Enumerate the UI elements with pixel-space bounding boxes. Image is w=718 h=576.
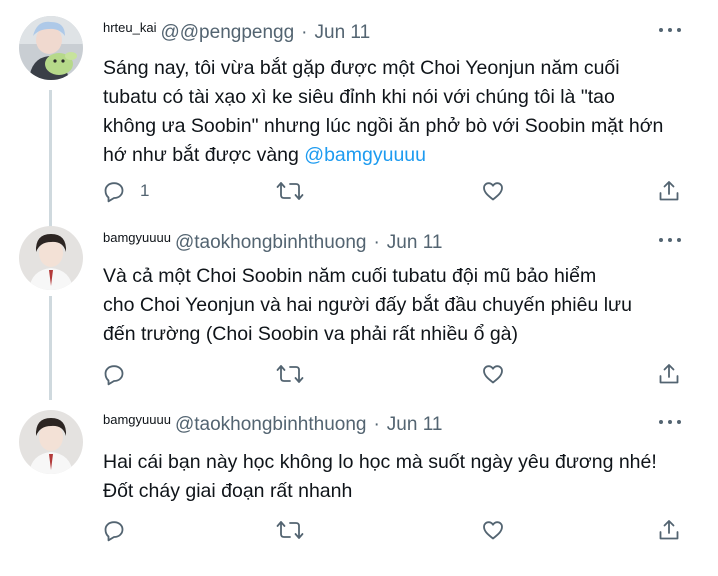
- reply-icon: [104, 182, 124, 203]
- avatar[interactable]: [19, 16, 83, 80]
- separator-dot: ·: [301, 22, 308, 43]
- tweet-text: Và cả một Choi Soobin năm cuối tubatu độ…: [103, 262, 693, 349]
- tweet-text-fragment: hớ như bắt được vàng: [103, 144, 305, 166]
- tweet-text-line: Sáng nay, tôi vừa bắt gặp được một Choi …: [103, 57, 620, 79]
- share-icon: [659, 520, 679, 540]
- tweet-text-line: đến trường (Choi Soobin va phải rất nhiề…: [103, 323, 519, 345]
- tweet[interactable]: hrteu_kai @@pengpengg · Jun 11 Sáng nay,…: [0, 0, 718, 220]
- display-name[interactable]: bamgyuuuu: [103, 230, 171, 245]
- like-icon: [483, 521, 503, 540]
- display-name[interactable]: hrteu_kai: [103, 20, 156, 35]
- user-handle[interactable]: @@pengpengg: [160, 22, 294, 44]
- user-handle[interactable]: @taokhongbinhthuong: [175, 414, 367, 436]
- tweet-actions: [0, 517, 718, 547]
- tweet-text-line: Và cả một Choi Soobin năm cuối tubatu độ…: [103, 265, 597, 287]
- reply-button[interactable]: 1: [102, 178, 149, 204]
- tweet[interactable]: bamgyuuuu @taokhongbinhthuong · Jun 11 V…: [0, 220, 718, 400]
- avatar-image: [19, 226, 83, 290]
- retweet-button[interactable]: [276, 517, 304, 543]
- share-icon: [659, 181, 679, 201]
- reply-icon: [104, 365, 124, 386]
- avatar[interactable]: [19, 410, 83, 474]
- tweet-text: Hai cái bạn này học không lo học mà suốt…: [103, 448, 693, 506]
- tweet-actions: 1: [0, 178, 718, 208]
- avatar[interactable]: [19, 226, 83, 290]
- tweet-header: bamgyuuuu @taokhongbinhthuong · Jun 11: [103, 412, 443, 440]
- separator-dot: ·: [373, 414, 380, 435]
- tweet-text-line: cho Choi Yeonjun và hai người đấy bắt đầ…: [103, 294, 632, 316]
- reply-icon: [104, 521, 124, 542]
- tweet-date[interactable]: Jun 11: [387, 232, 443, 254]
- tweet-text-line: không ưa Soobin" nhưng lúc ngồi ăn phở b…: [103, 115, 664, 137]
- share-button[interactable]: [657, 178, 681, 204]
- like-button[interactable]: [481, 361, 505, 387]
- tweet-text-line: hớ như bắt được vàng @bamgyuuuu: [103, 141, 693, 170]
- avatar-image: [19, 16, 83, 80]
- reply-count: 1: [140, 181, 150, 200]
- tweet[interactable]: bamgyuuuu @taokhongbinhthuong · Jun 11 H…: [0, 400, 718, 576]
- mention-link[interactable]: @bamgyuuuu: [304, 144, 426, 166]
- like-button[interactable]: [481, 517, 505, 543]
- tweet-date[interactable]: Jun 11: [315, 22, 371, 44]
- retweet-icon: [276, 182, 304, 200]
- more-options-icon[interactable]: [659, 417, 681, 427]
- display-name[interactable]: bamgyuuuu: [103, 412, 171, 427]
- like-icon: [483, 182, 503, 201]
- tweet-text-line: Đốt cháy giai đoạn rất nhanh: [103, 480, 353, 502]
- tweet-text: Sáng nay, tôi vừa bắt gặp được một Choi …: [103, 54, 693, 170]
- more-options-icon[interactable]: [659, 25, 681, 35]
- tweet-header: bamgyuuuu @taokhongbinhthuong · Jun 11: [103, 230, 443, 258]
- like-button[interactable]: [481, 178, 505, 204]
- share-button[interactable]: [657, 517, 681, 543]
- retweet-button[interactable]: [276, 361, 304, 387]
- reply-button[interactable]: [102, 517, 126, 543]
- tweet-date[interactable]: Jun 11: [387, 414, 443, 436]
- tweet-text-line: tubatu có tài xạo xì ke siêu đỉnh khi nó…: [103, 86, 615, 108]
- like-icon: [483, 365, 503, 384]
- tweet-actions: [0, 361, 718, 391]
- share-icon: [659, 364, 679, 384]
- tweet-header: hrteu_kai @@pengpengg · Jun 11: [103, 20, 371, 48]
- avatar-image: [19, 410, 83, 474]
- tweet-text-line: Hai cái bạn này học không lo học mà suốt…: [103, 451, 657, 473]
- retweet-icon: [276, 521, 304, 539]
- share-button[interactable]: [657, 361, 681, 387]
- user-handle[interactable]: @taokhongbinhthuong: [175, 232, 367, 254]
- retweet-button[interactable]: [276, 178, 304, 204]
- separator-dot: ·: [373, 232, 380, 253]
- retweet-icon: [276, 365, 304, 383]
- reply-button[interactable]: [102, 361, 126, 387]
- more-options-icon[interactable]: [659, 235, 681, 245]
